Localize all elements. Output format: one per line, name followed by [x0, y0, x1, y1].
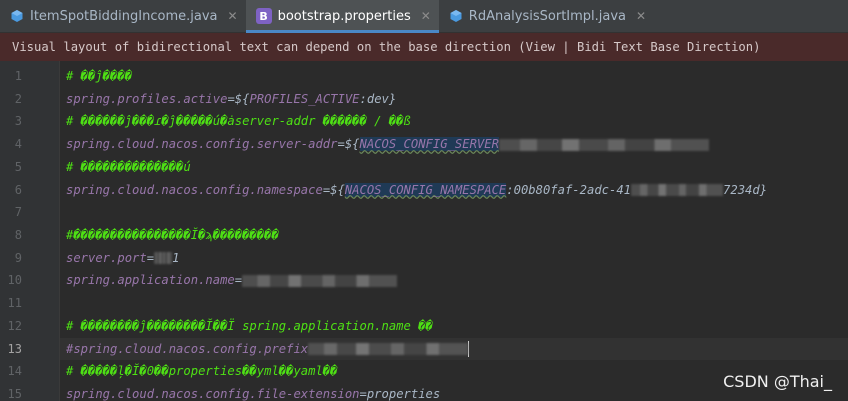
code-line-14[interactable]: # �����ļ�Ĭ�0��properties��yml��yaml��: [66, 360, 338, 383]
property-key: spring.application.name: [66, 273, 235, 288]
redacted-value: [242, 274, 398, 287]
line-number: 10: [7, 273, 22, 288]
comment: # ������ĵ���ɾ�ĵ�����ú�ȧserver-addr �����…: [66, 114, 411, 129]
java-class-icon: [450, 10, 462, 22]
watermark: CSDN @Thai_: [723, 372, 832, 391]
placeholder-var: NACOS_CONFIG_NAMESPACE: [344, 182, 507, 197]
code-line-9[interactable]: server.port= 1: [66, 247, 179, 270]
tab-label: RdAnalysisSortImpl.java: [468, 8, 627, 24]
assign: =: [146, 250, 155, 265]
line-number-current: 13: [7, 341, 22, 356]
property-key: spring.cloud.nacos.config.server-addr: [66, 137, 338, 152]
property-key: spring.cloud.nacos.config.namespace: [66, 182, 323, 197]
line-number: 5: [14, 159, 22, 174]
tab-itemspotbiddingincome[interactable]: ItemSpotBiddingIncome.java ✕: [0, 0, 246, 32]
line-number: 6: [14, 182, 22, 197]
comment: #����������������Ĭ�ϡ���������: [66, 227, 279, 242]
ide-window: ItemSpotBiddingIncome.java ✕ B bootstrap…: [0, 0, 848, 401]
code-line-15[interactable]: spring.cloud.nacos.config.file-extension…: [66, 383, 440, 401]
property-value: 1: [172, 250, 180, 265]
code-line-5[interactable]: # ��������������ú: [66, 156, 191, 179]
comment: # �����ļ�Ĭ�0��properties��yml��yaml��: [66, 364, 338, 379]
assign: =: [234, 273, 243, 288]
close-icon[interactable]: ✕: [228, 9, 238, 23]
redacted-value: [308, 343, 469, 355]
code-line-6[interactable]: spring.cloud.nacos.config.namespace=${NA…: [66, 179, 767, 202]
property-key: #spring.cloud.nacos.config.prefix: [66, 341, 309, 356]
line-number: 15: [7, 386, 22, 401]
banner-text: Visual layout of bidirectional text can …: [12, 40, 761, 54]
placeholder-var: PROFILES_ACTIVE: [249, 91, 360, 106]
line-number: 3: [14, 114, 22, 129]
property-value: properties: [366, 386, 441, 401]
line-number: 11: [7, 296, 22, 310]
code-line-8[interactable]: #����������������Ĭ�ϡ���������: [66, 224, 279, 247]
placeholder-var: NACOS_CONFIG_SERVER: [359, 137, 499, 152]
redacted-value: [154, 252, 173, 265]
code-line-2[interactable]: spring.profiles.active=${PROFILES_ACTIVE…: [66, 88, 396, 111]
line-number: 1: [14, 69, 22, 83]
code-line-10[interactable]: spring.application.name=: [66, 269, 398, 292]
assign: =: [359, 386, 367, 401]
code-line-13[interactable]: #spring.cloud.nacos.config.prefix: [66, 338, 470, 361]
line-number: 8: [14, 227, 22, 242]
property-value-tail: 7234d}: [723, 182, 768, 197]
close-icon[interactable]: ✕: [421, 9, 431, 23]
bidi-warning-banner: Visual layout of bidirectional text can …: [0, 33, 848, 61]
assign: =${: [337, 137, 360, 152]
line-number: 14: [7, 364, 22, 379]
line-number: 7: [14, 205, 22, 220]
properties-file-icon: B: [255, 8, 272, 24]
property-key: server.port: [66, 250, 147, 265]
property-key: spring.profiles.active: [66, 91, 228, 106]
redacted-value: [498, 138, 709, 151]
assign: =${: [227, 91, 250, 106]
code-line-1[interactable]: # ��ĵ����: [66, 65, 132, 88]
tab-bootstrap-properties[interactable]: B bootstrap.properties ✕: [245, 0, 440, 33]
property-value: :00b80faf-2adc-41: [506, 182, 632, 197]
line-number: 2: [14, 91, 22, 106]
code-line-4[interactable]: spring.cloud.nacos.config.server-addr=${…: [66, 133, 709, 156]
code-line-12[interactable]: # ��������ĵ��������Ĭ��Ï spring.applicati…: [66, 315, 433, 338]
comment: # ��ĵ����: [66, 69, 133, 83]
text-caret: [468, 341, 470, 357]
assign: =${: [322, 182, 345, 197]
line-number: 12: [7, 318, 22, 333]
line-number: 4: [14, 137, 22, 152]
line-number: 9: [14, 250, 22, 265]
close-icon[interactable]: ✕: [636, 9, 646, 23]
comment: # ��������ĵ��������Ĭ��Ï spring.applicati…: [66, 318, 433, 333]
tab-label: ItemSpotBiddingIncome.java: [30, 8, 218, 24]
redacted-value: [631, 184, 724, 196]
editor-tab-bar: ItemSpotBiddingIncome.java ✕ B bootstrap…: [0, 0, 848, 33]
tab-rdanalysissortimpl[interactable]: RdAnalysisSortImpl.java ✕: [439, 0, 654, 32]
java-class-icon: [11, 10, 23, 22]
comment: # ��������������ú: [66, 159, 191, 174]
property-key: spring.cloud.nacos.config.file-extension: [66, 386, 360, 401]
property-value: :dev}: [359, 91, 397, 106]
code-line-3[interactable]: # ������ĵ���ɾ�ĵ�����ú�ȧserver-addr �����…: [66, 110, 411, 133]
tab-label: bootstrap.properties: [277, 8, 411, 24]
